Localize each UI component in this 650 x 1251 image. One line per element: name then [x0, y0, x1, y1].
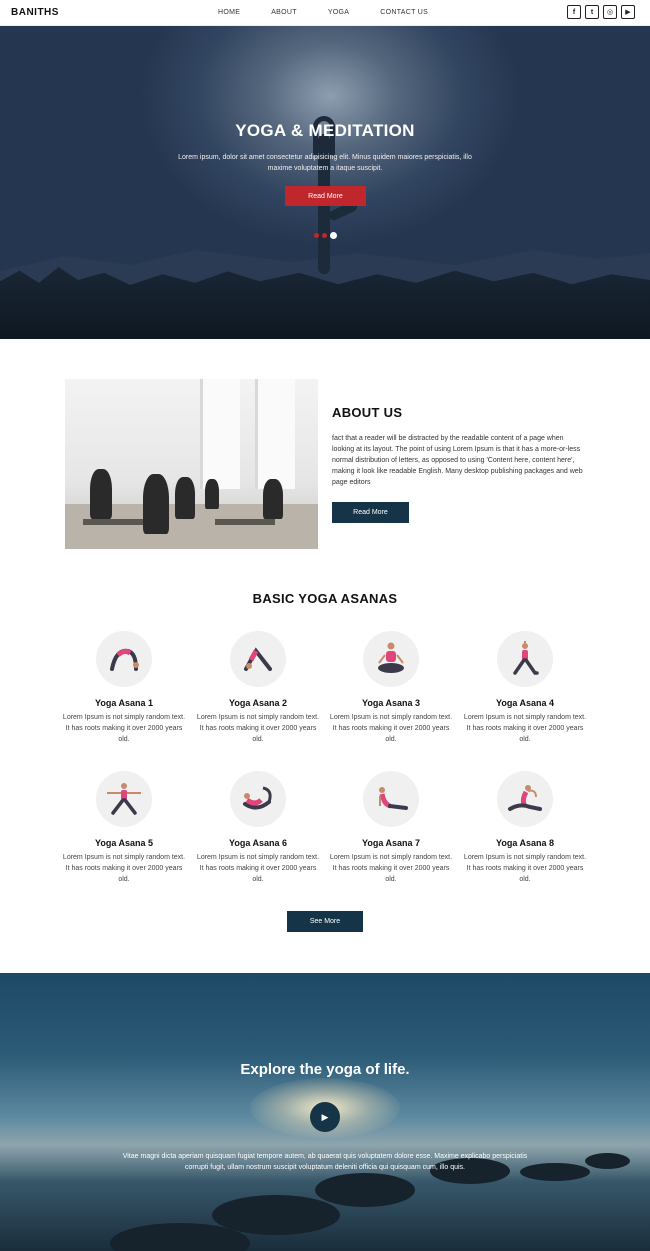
- slide-dot-2[interactable]: [322, 233, 327, 238]
- asana-image: [230, 631, 286, 687]
- asana-card[interactable]: Yoga Asana 2 Lorem Ipsum is not simply r…: [196, 631, 320, 745]
- asana-text: Lorem Ipsum is not simply random text. I…: [463, 714, 587, 743]
- asana-name: Yoga Asana 4: [495, 698, 555, 708]
- asana-text: Lorem Ipsum is not simply random text. I…: [329, 854, 453, 883]
- asana-card[interactable]: Yoga Asana 6 Lorem Ipsum is not simply r…: [196, 771, 320, 885]
- hero-text: Lorem ipsum, dolor sit amet consectetur …: [178, 154, 472, 172]
- photo-person: [90, 469, 112, 519]
- asana-name: Yoga Asana 1: [94, 698, 154, 708]
- cobra-pose-icon: [379, 787, 408, 810]
- seated-lotus-pose-icon: [378, 642, 404, 673]
- asanas-title: BASIC YOGA ASANAS: [252, 591, 398, 606]
- asana-text: Lorem Ipsum is not simply random text. I…: [196, 854, 320, 883]
- asana-name: Yoga Asana 3: [361, 698, 421, 708]
- asana-card[interactable]: Yoga Asana 8 Lorem Ipsum is not simply r…: [463, 771, 587, 885]
- top-navbar: BANITHS HOME ABOUT YOGA CONTACT US f t ◎…: [0, 0, 650, 26]
- slide-dot-3-active[interactable]: [330, 232, 337, 239]
- asana-name: Yoga Asana 2: [228, 698, 288, 708]
- asana-card[interactable]: Yoga Asana 4 Lorem Ipsum is not simply r…: [463, 631, 587, 745]
- twitter-icon[interactable]: t: [585, 5, 599, 19]
- asana-text: Lorem Ipsum is not simply random text. I…: [463, 854, 587, 883]
- warrior-two-pose-icon: [107, 783, 141, 815]
- backbend-pose-icon: [110, 648, 139, 671]
- asana-image: [497, 771, 553, 827]
- asana-card[interactable]: Yoga Asana 3 Lorem Ipsum is not simply r…: [329, 631, 453, 745]
- instagram-icon[interactable]: ◎: [603, 5, 617, 19]
- youtube-icon[interactable]: ▶: [621, 5, 635, 19]
- asana-card[interactable]: Yoga Asana 1 Lorem Ipsum is not simply r…: [62, 631, 186, 745]
- asana-name: Yoga Asana 6: [228, 838, 288, 848]
- about-photo: [65, 379, 318, 549]
- asana-text: Lorem Ipsum is not simply random text. I…: [329, 714, 453, 743]
- asana-image: [363, 631, 419, 687]
- about-text: fact that a reader will be distracted by…: [332, 435, 583, 486]
- play-icon: ▶: [321, 1111, 329, 1122]
- nav-item-about[interactable]: ABOUT: [271, 9, 297, 16]
- asana-image: [96, 771, 152, 827]
- asana-image: [230, 771, 286, 827]
- about-title: ABOUT US: [332, 405, 403, 420]
- hero-banner: YOGA & MEDITATION Lorem ipsum, dolor sit…: [0, 26, 650, 339]
- asana-name: Yoga Asana 8: [495, 838, 555, 848]
- explore-title: Explore the yoga of life.: [240, 1061, 410, 1078]
- nav-item-contact[interactable]: CONTACT US: [380, 9, 428, 16]
- water-stone: [585, 1153, 630, 1169]
- about-read-more-button[interactable]: Read More: [332, 502, 409, 523]
- photo-window: [255, 379, 295, 489]
- slide-dot-1[interactable]: [314, 233, 319, 238]
- nav-item-yoga[interactable]: YOGA: [328, 9, 349, 16]
- explore-text: Vitae magni dicta aperiam quisquam fugia…: [122, 1153, 528, 1171]
- water-stone: [315, 1173, 415, 1207]
- hero-title: YOGA & MEDITATION: [235, 121, 415, 140]
- asana-text: Lorem Ipsum is not simply random text. I…: [62, 854, 186, 883]
- photo-window: [200, 379, 240, 489]
- asana-name: Yoga Asana 5: [94, 838, 154, 848]
- pigeon-pose-icon: [508, 785, 542, 811]
- asana-image: [497, 631, 553, 687]
- asana-name: Yoga Asana 7: [361, 838, 421, 848]
- asana-text: Lorem Ipsum is not simply random text. I…: [62, 714, 186, 743]
- asana-card[interactable]: Yoga Asana 7 Lorem Ipsum is not simply r…: [329, 771, 453, 885]
- explore-section: Explore the yoga of life. ▶ Vitae magni …: [0, 973, 650, 1251]
- nav-item-home[interactable]: HOME: [218, 9, 240, 16]
- play-video-button[interactable]: ▶: [310, 1102, 340, 1132]
- photo-mat: [215, 519, 275, 525]
- photo-person: [175, 477, 195, 519]
- photo-person: [143, 474, 169, 534]
- main-menu: HOME ABOUT YOGA CONTACT US: [218, 9, 459, 16]
- asana-card[interactable]: Yoga Asana 5 Lorem Ipsum is not simply r…: [62, 771, 186, 885]
- facebook-icon[interactable]: f: [567, 5, 581, 19]
- hero-read-more-button[interactable]: Read More: [285, 186, 366, 206]
- see-more-button[interactable]: See More: [287, 911, 363, 932]
- downward-dog-pose-icon: [244, 647, 272, 671]
- photo-person: [205, 479, 219, 509]
- asana-text: Lorem Ipsum is not simply random text. I…: [196, 714, 320, 743]
- photo-person: [263, 479, 283, 519]
- slider-dots: [314, 232, 337, 239]
- warrior-pose-icon: [513, 641, 539, 675]
- asana-image: [363, 771, 419, 827]
- social-links: f t ◎ ▶: [567, 5, 635, 19]
- brand-logo[interactable]: BANITHS: [11, 7, 59, 18]
- bow-pose-icon: [243, 786, 272, 810]
- asana-image: [96, 631, 152, 687]
